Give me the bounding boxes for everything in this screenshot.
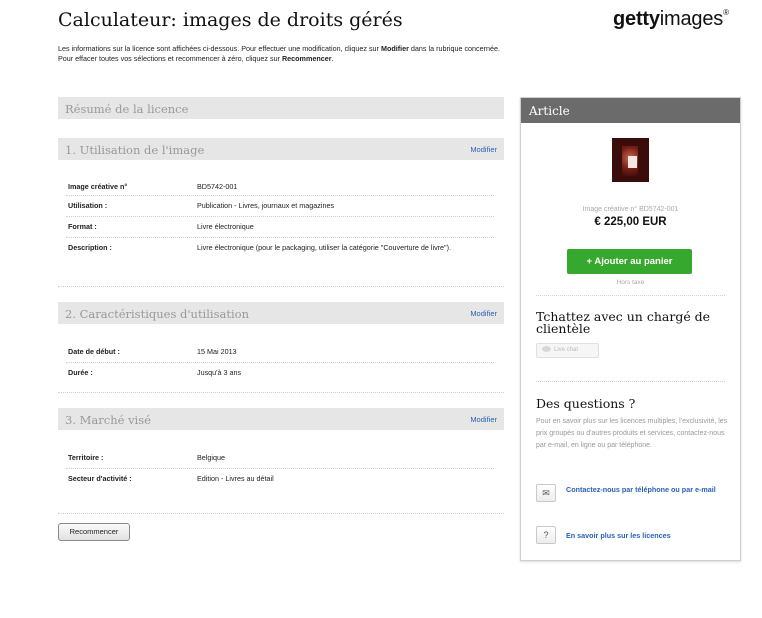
row-value: Livre électronique — [197, 222, 254, 231]
article-panel-header: Article — [521, 98, 740, 123]
section-target-market-bar: 3. Marché visé Modifier — [58, 408, 504, 430]
row-label: Date de début : — [68, 347, 120, 356]
section-usage-details-bar: 2. Caractéristiques d'utilisation Modifi… — [58, 302, 504, 324]
license-summary-title: Résumé de la licence — [65, 102, 189, 116]
article-panel: Article Image créative n° BD5742-001 € 2… — [520, 97, 741, 561]
modify-usage-details-link[interactable]: Modifier — [470, 309, 497, 318]
help-icon[interactable]: ? — [536, 526, 556, 544]
contact-row: ✉ Contactez-nous par téléphone ou par e-… — [536, 484, 736, 510]
restart-button[interactable]: Recommencer — [58, 523, 130, 541]
section-divider — [58, 392, 504, 393]
table-row: Territoire : Belgique — [66, 448, 494, 469]
license-summary-bar: Résumé de la licence — [58, 97, 504, 119]
intro-recommencer: Recommencer — [281, 54, 332, 63]
logo-registered-mark: ® — [723, 8, 729, 17]
table-row: Image créative n° BD5742-001 — [66, 177, 494, 196]
section-image-usage-title: 1. Utilisation de l'image — [65, 143, 205, 157]
thumbnail-card — [628, 156, 637, 168]
section-image-usage-rows: Image créative n° BD5742-001 Utilisation… — [66, 177, 494, 270]
questions-text: Pour en savoir plus sur les licences mul… — [536, 418, 728, 449]
row-value: 15 Mai 2013 — [197, 347, 237, 356]
section-divider — [58, 286, 504, 287]
modify-image-usage-link[interactable]: Modifier — [470, 145, 497, 154]
row-value: Publication - Livres, journaux et magazi… — [197, 201, 335, 210]
table-row: Description : Livre électronique (pour l… — [66, 238, 494, 270]
learn-more-link[interactable]: En savoir plus sur les licences — [566, 531, 671, 540]
row-label: Secteur d'activité : — [68, 474, 132, 483]
gettyimages-logo[interactable]: gettyimages® — [613, 8, 729, 31]
section-target-market-rows: Territoire : Belgique Secteur d'activité… — [66, 448, 494, 489]
section-image-usage-bar: 1. Utilisation de l'image Modifier — [58, 138, 504, 160]
intro-part3: . — [331, 54, 334, 63]
row-value: Jusqu'à 3 ans — [197, 368, 242, 377]
article-panel-title: Article — [529, 104, 570, 118]
row-value: Livre électronique (pour le packaging, u… — [197, 243, 451, 252]
section-divider — [58, 513, 504, 514]
price-text: € 225,00 EUR — [594, 216, 667, 228]
page-title: Calculateur: images de droits gérés — [58, 9, 403, 31]
row-value: Edition - Livres au détail — [197, 474, 274, 483]
live-chat-label: Live chat — [554, 347, 579, 353]
table-row: Format : Livre électronique — [66, 217, 494, 238]
table-row: Secteur d'activité : Edition - Livres au… — [66, 469, 494, 489]
table-row: Durée : Jusqu'à 3 ans — [66, 363, 494, 383]
section-usage-details-rows: Date de début : 15 Mai 2013 Durée : Jusq… — [66, 342, 494, 383]
contact-link[interactable]: Contactez-nous par téléphone ou par e-ma… — [566, 484, 736, 496]
row-label: Format : — [68, 222, 97, 231]
panel-divider — [536, 381, 725, 382]
speech-bubble-icon — [542, 346, 551, 353]
tax-note: Hors taxe — [616, 279, 645, 286]
row-value: Belgique — [197, 453, 225, 462]
chat-title: Tchattez avec un chargé de clientèle — [536, 309, 711, 336]
row-label: Durée : — [68, 368, 93, 377]
image-thumbnail[interactable] — [612, 138, 649, 182]
logo-light: images — [659, 8, 724, 30]
learn-more-row: ? En savoir plus sur les licences — [536, 526, 736, 544]
intro-part1: Les informations sur la licence sont aff… — [58, 44, 381, 53]
row-label: Image créative n° — [68, 182, 128, 191]
section-target-market-title: 3. Marché visé — [65, 413, 151, 427]
table-row: Utilisation : Publication - Livres, jour… — [66, 196, 494, 217]
section-usage-details-title: 2. Caractéristiques d'utilisation — [65, 307, 249, 321]
row-value: BD5742-001 — [197, 182, 238, 191]
row-label: Description : — [68, 243, 112, 252]
row-label: Territoire : — [68, 453, 104, 462]
table-row: Date de début : 15 Mai 2013 — [66, 342, 494, 363]
add-to-cart-button[interactable]: + Ajouter au panier — [567, 249, 692, 274]
logo-bold: getty — [613, 8, 660, 30]
image-id-text: Image créative n° BD5742-001 — [582, 206, 679, 213]
row-label: Utilisation : — [68, 201, 108, 210]
intro-modifier: Modifier — [380, 44, 409, 53]
questions-title: Des questions ? — [536, 396, 636, 411]
panel-divider — [536, 295, 725, 296]
envelope-icon[interactable]: ✉ — [536, 484, 556, 502]
live-chat-button[interactable]: Live chat — [536, 343, 599, 358]
intro-text: Les informations sur la licence sont aff… — [58, 44, 508, 64]
modify-target-market-link[interactable]: Modifier — [470, 415, 497, 424]
